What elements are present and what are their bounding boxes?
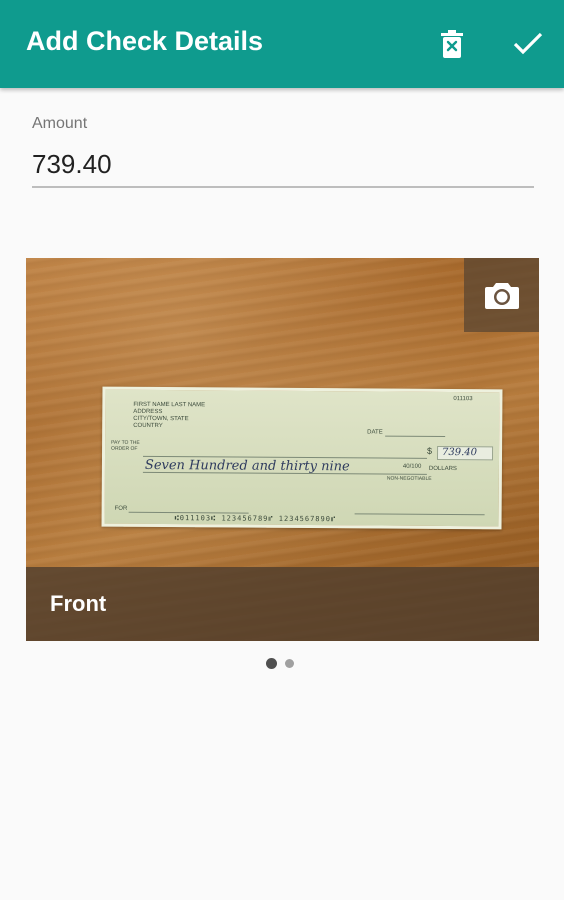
trash-x-icon <box>441 30 463 58</box>
check-signature-line <box>354 513 485 516</box>
check-dollar-sign: $ <box>427 445 433 456</box>
check-country-line: COUNTRY <box>133 422 163 430</box>
page-dot-inactive[interactable] <box>285 659 294 668</box>
amount-label: Amount <box>32 115 88 132</box>
check-dollars-label: DOLLARS <box>428 465 457 473</box>
check-amount-box: 739.40 <box>436 445 494 461</box>
page-title: Add Check Details <box>26 26 264 56</box>
app-bar: Add Check Details <box>0 0 564 88</box>
page-dot-active[interactable] <box>266 658 277 669</box>
amount-input[interactable] <box>32 148 534 188</box>
check-amount-line <box>142 471 427 475</box>
image-caption: Front <box>50 591 107 616</box>
check-image: FIRST NAME LAST NAME ADDRESS CITY/TOWN, … <box>101 386 503 530</box>
check-icon <box>513 32 543 55</box>
check-date-label: DATE <box>367 429 383 436</box>
check-fraction: 40/100 <box>402 463 422 470</box>
caption-bar: Front <box>26 567 539 641</box>
page-indicator <box>266 658 294 669</box>
save-button[interactable] <box>506 22 550 66</box>
camera-button[interactable] <box>464 258 539 332</box>
check-non-negotiable: NON-NEGOTIABLE <box>386 475 432 482</box>
delete-button[interactable] <box>430 22 474 66</box>
camera-icon <box>484 283 519 309</box>
check-image-pager[interactable]: FIRST NAME LAST NAME ADDRESS CITY/TOWN, … <box>26 258 539 641</box>
check-for-label: FOR <box>114 505 128 512</box>
check-micr-line: ⑆011103⑆ 123456789⑈ 1234567890⑈ <box>174 514 337 524</box>
check-pay-label: PAY TO THE ORDER OF <box>111 439 140 452</box>
check-number: 011103 <box>453 396 473 403</box>
check-date-line <box>385 435 446 437</box>
